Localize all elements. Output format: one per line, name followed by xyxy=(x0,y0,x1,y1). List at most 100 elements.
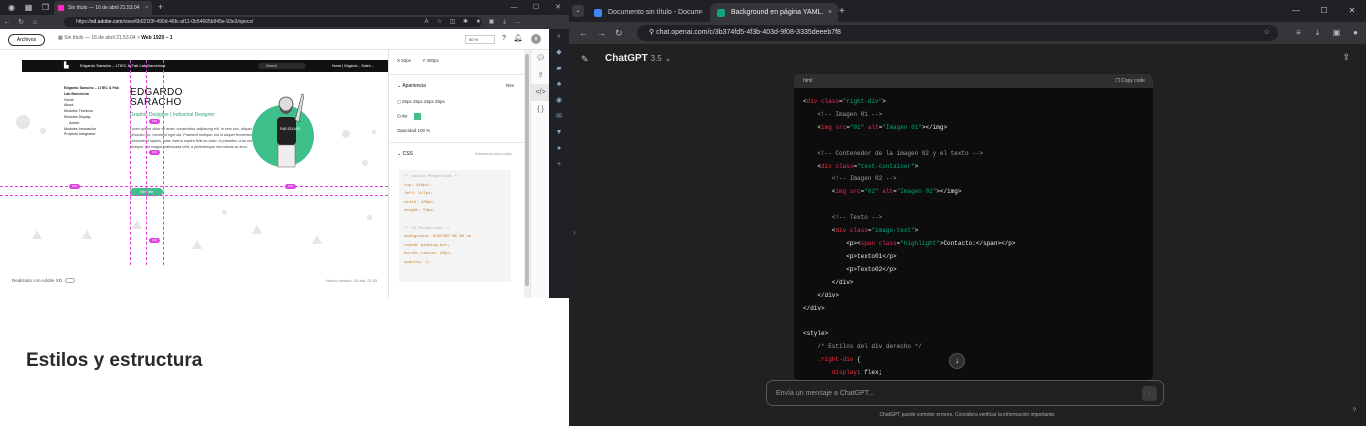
split-screen-icon[interactable]: ◫ xyxy=(446,15,459,29)
new-chat-icon[interactable]: ✎ xyxy=(581,54,589,65)
outlook-icon[interactable]: ✉ xyxy=(549,109,569,125)
home-icon[interactable]: ⌂ xyxy=(28,19,42,26)
zoom-select[interactable]: 50 % xyxy=(465,35,495,44)
color-row: Color xyxy=(397,113,421,120)
artboard-header: ▙ Edgardo Saracho – LTIEC & Fab Lab Barc… xyxy=(22,60,388,72)
bookmark-star-icon[interactable]: ☆ xyxy=(1264,25,1270,41)
person-illustration: FAB EDGAR xyxy=(277,93,304,168)
close-tab-icon[interactable]: × xyxy=(828,3,832,22)
position-row: X 53px Y 400px xyxy=(397,58,439,63)
search-icon[interactable]: ⌕ xyxy=(549,29,569,45)
y-value: 400px xyxy=(426,58,439,63)
workspaces-icon[interactable]: ▦ xyxy=(23,2,34,13)
css-code-block[interactable]: /* Layout Properties */ top: 410px; left… xyxy=(399,170,511,282)
code-line: height: 53px; xyxy=(404,209,436,214)
code-line: top: 410px; xyxy=(404,183,431,188)
profile-icon[interactable]: ● xyxy=(1346,22,1365,44)
share-icon[interactable]: ⇪ xyxy=(1342,52,1350,63)
minimize-icon[interactable]: — xyxy=(1282,0,1310,22)
reload-icon[interactable]: ↻ xyxy=(14,18,28,26)
xd-canvas: ▙ Edgardo Saracho – LTIEC & Fab Lab Barc… xyxy=(0,50,388,298)
extensions-icon[interactable]: ▣ xyxy=(1327,22,1346,44)
tree-icon[interactable]: ♠ xyxy=(549,141,569,157)
breadcrumb: ▦ Sin título — 16 de abril 21.53.04 > We… xyxy=(58,35,173,41)
grid-icon[interactable]: ▦ xyxy=(58,35,63,41)
scrollbar-thumb[interactable] xyxy=(525,54,529,286)
favorite-star-icon[interactable]: ☆ xyxy=(433,15,446,29)
back-icon[interactable]: ← xyxy=(579,22,588,44)
tag-icon[interactable]: ◆ xyxy=(549,45,569,61)
sidebar-toggle-icon[interactable]: › xyxy=(573,228,576,237)
notification-icon[interactable]: 🔔︎ xyxy=(513,34,523,44)
new-tab-icon[interactable]: + xyxy=(839,3,845,20)
artboard-nav: Home | Edgardo... Sobre... xyxy=(332,64,374,68)
forward-icon[interactable]: → xyxy=(597,22,606,44)
adobe-xd-icon xyxy=(58,5,64,11)
avatar[interactable]: ● xyxy=(531,34,541,44)
x-value: 53px xyxy=(401,58,412,63)
opacity-row: Opacidad 100 % xyxy=(397,128,430,133)
close-window-icon[interactable]: ✕ xyxy=(547,0,569,15)
briefcase-icon[interactable]: ▰ xyxy=(549,61,569,77)
extensions-icon[interactable]: ✱ xyxy=(459,15,472,29)
tab-actions-icon[interactable]: ❐ xyxy=(40,2,51,13)
x-label: X xyxy=(397,58,401,63)
appearance-label: Apariencia xyxy=(402,83,426,89)
maximize-icon[interactable]: ☐ xyxy=(525,0,547,15)
collections-icon[interactable]: ▣ xyxy=(485,15,498,29)
code-content[interactable]: <div class="right-div"> <!-- Imagen 01 -… xyxy=(803,96,1015,380)
share-icon[interactable]: ⇪ xyxy=(531,67,550,84)
tab-adobe-xd[interactable]: Sin título — 16 de abril 21.53.04 × xyxy=(54,1,152,15)
copy-code-button[interactable]: ❐ Copy code xyxy=(1115,74,1145,88)
code-icon[interactable]: </> xyxy=(531,84,550,101)
artboard-sidebar: Edgardo Saracho – LTIEC & Fab Lab Barcel… xyxy=(64,86,124,138)
message-input[interactable]: Envía un mensaje a ChatGPT... ↑ xyxy=(766,380,1164,406)
read-aloud-icon[interactable]: A xyxy=(420,15,433,29)
tab-docs[interactable]: Documento sin título - Docum × xyxy=(587,3,709,22)
appearance-header[interactable]: ⌄ Apariencia xyxy=(397,83,426,89)
more-icon[interactable]: … xyxy=(511,15,524,29)
artboard[interactable]: ▙ Edgardo Saracho – LTIEC & Fab Lab Barc… xyxy=(16,60,388,265)
help-button[interactable]: ? xyxy=(1353,408,1356,414)
archive-button[interactable]: Archivos xyxy=(8,34,45,46)
breadcrumb-doc[interactable]: Sin título — 16 de abril 21.53.04 xyxy=(64,35,135,41)
minimize-icon[interactable]: — xyxy=(503,0,525,15)
help-icon[interactable]: ? xyxy=(499,34,509,44)
tab-search-icon[interactable]: ⌄ xyxy=(572,5,584,17)
tab-chatgpt[interactable]: Background en página YAML. × xyxy=(710,3,838,22)
add-icon[interactable]: + xyxy=(549,157,569,173)
media-icon[interactable]: ≡ xyxy=(1289,22,1308,44)
office-icon[interactable]: ◉ xyxy=(549,93,569,109)
bg-dot xyxy=(372,130,376,134)
favorites-icon[interactable]: ★ xyxy=(472,15,485,29)
close-tab-icon[interactable]: × xyxy=(145,1,148,15)
downloads-icon[interactable]: ⤓ xyxy=(1308,22,1327,44)
divider xyxy=(389,142,525,143)
maximize-icon[interactable]: ☐ xyxy=(1310,0,1338,22)
braces-icon[interactable]: { } xyxy=(531,101,550,118)
css-copy-hint: Seleccionar para copiar xyxy=(475,152,512,156)
profile-icon[interactable]: ◉ xyxy=(6,2,17,13)
logo-icon: ▙ xyxy=(64,63,69,69)
css-header[interactable]: ⌄ CSS xyxy=(397,151,413,157)
url-field[interactable]: ⚲ chat.openai.com/c/3b374fd5-4f3b-403d-9… xyxy=(637,25,1278,41)
footer-toggle[interactable] xyxy=(65,278,76,284)
close-tab-icon[interactable]: × xyxy=(699,3,703,22)
comment-icon[interactable]: 💬︎ xyxy=(531,50,550,67)
left-address-bar: ← ↻ ⌂ https://xd.adobe.com/view/6b021f3f… xyxy=(0,15,569,29)
sidebar-item: Proyecto Integrador xyxy=(64,132,96,137)
back-icon[interactable]: ← xyxy=(0,19,14,26)
send-button[interactable]: ↑ xyxy=(1142,386,1157,401)
downloads-icon[interactable]: ⤓ xyxy=(498,15,511,29)
reload-icon[interactable]: ↻ xyxy=(615,22,623,44)
bg-triangle xyxy=(132,220,142,229)
tab-title: Sin título — 16 de abril 21.53.04 xyxy=(68,5,140,11)
close-window-icon[interactable]: ✕ xyxy=(1338,0,1366,22)
scroll-down-button[interactable]: ↓ xyxy=(949,353,965,369)
drop-icon[interactable]: ▼ xyxy=(549,125,569,141)
model-selector[interactable]: ChatGPT 3.5 ⌄ xyxy=(605,53,671,64)
games-icon[interactable]: ♣ xyxy=(549,77,569,93)
color-swatch[interactable] xyxy=(413,113,421,120)
code-block: html ❐ Copy code <div class="right-div">… xyxy=(794,74,1153,380)
new-tab-icon[interactable]: + xyxy=(158,0,163,15)
